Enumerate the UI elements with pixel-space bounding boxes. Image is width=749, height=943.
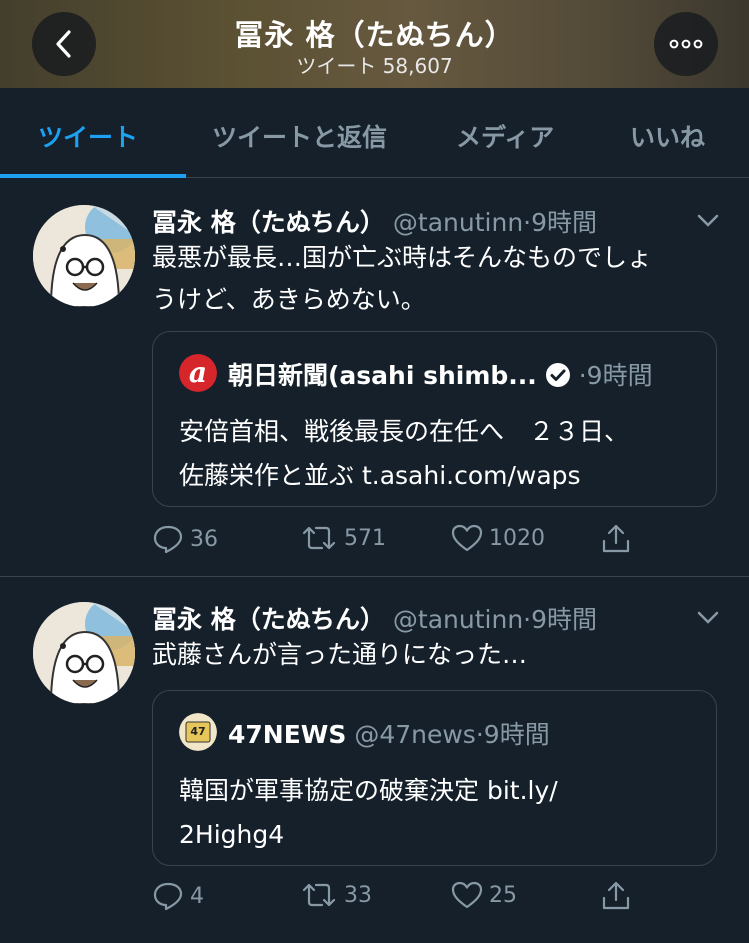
svg-text:47: 47: [190, 725, 205, 738]
separator-dot: ·: [523, 605, 532, 634]
tweet-header: 冨永 格（たぬちん） @tanutinn·9時間: [152, 600, 597, 636]
tweet-text: 最悪が最長…国が亡ぶ時はそんなものでしょ うけど、あきらめない。: [152, 237, 722, 321]
like-button[interactable]: 25: [451, 880, 517, 910]
active-tab-indicator: [0, 174, 186, 178]
svg-text:a: a: [189, 356, 207, 389]
quoted-tweet-time: 9時間: [483, 720, 550, 749]
profile-header: 冨永 格（たぬちん） ツイート 58,607: [0, 0, 749, 88]
share-button[interactable]: [600, 880, 632, 912]
tweet-text-line: うけど、あきらめない。: [152, 285, 426, 314]
profile-tabs: ツイート ツイートと返信 メディア いいね: [0, 88, 749, 178]
tweet-time[interactable]: 9時間: [531, 605, 597, 634]
reply-count: 4: [190, 883, 204, 909]
retweet-count: 33: [344, 882, 372, 908]
tweet-actions: 4 33 25: [0, 880, 749, 920]
tab-tweets[interactable]: ツイート: [38, 118, 138, 154]
tweet-text-line: 武藤さんが言った通りになった…: [152, 640, 528, 669]
author-name[interactable]: 冨永 格（たぬちん）: [152, 605, 385, 634]
share-button[interactable]: [600, 523, 632, 555]
quoted-tweet[interactable]: a 朝日新聞(asahi shimb... ·9時間 安倍首相、戦後最長の在任へ…: [152, 331, 717, 507]
tweet-text: 武藤さんが言った通りになった…: [152, 634, 722, 676]
quoted-tweet[interactable]: 47 47NEWS @47news·9時間 韓国が軍事協定の破棄決定 bit.l…: [152, 690, 717, 866]
reply-icon: [153, 525, 183, 554]
author-handle[interactable]: @tanutinn: [393, 605, 523, 634]
avatar[interactable]: [33, 602, 135, 704]
quoted-author-handle: @47news: [354, 720, 476, 749]
quoted-tweet-text: 安倍首相、戦後最長の在任へ ２３日、 佐藤栄作と並ぶ t.asahi.com/w…: [179, 410, 699, 498]
share-icon: [602, 524, 630, 553]
47news-logo-icon: 47: [179, 713, 217, 751]
tweet-text-line: 最悪が最長…国が亡ぶ時はそんなものでしょ: [152, 243, 653, 272]
retweet-button[interactable]: 571: [300, 523, 386, 553]
quoted-tweet-text: 韓国が軍事協定の破棄決定 bit.ly/ 2Highg4: [179, 769, 699, 857]
tweet-time[interactable]: 9時間: [531, 208, 597, 237]
author-handle[interactable]: @tanutinn: [393, 208, 523, 237]
author-name[interactable]: 冨永 格（たぬちん）: [152, 208, 385, 237]
tab-likes[interactable]: いいね: [630, 118, 705, 154]
retweet-count: 571: [344, 525, 386, 551]
retweet-icon: [302, 526, 336, 550]
avatar[interactable]: [33, 205, 135, 307]
tweet-header: 冨永 格（たぬちん） @tanutinn·9時間: [152, 203, 597, 239]
reply-icon: [153, 882, 183, 911]
profile-name-title: 冨永 格（たぬちん）: [234, 18, 515, 52]
separator-dot: ·: [523, 208, 532, 237]
tweet[interactable]: 冨永 格（たぬちん） @tanutinn·9時間 最悪が最長…国が亡ぶ時はそんな…: [0, 179, 749, 577]
heart-icon: [451, 881, 483, 909]
tweet[interactable]: 冨永 格（たぬちん） @tanutinn·9時間 武藤さんが言った通りになった……: [0, 578, 749, 943]
tab-media[interactable]: メディア: [456, 118, 554, 154]
quoted-author-name: 47NEWS: [228, 720, 347, 749]
quoted-text-line: 佐藤栄作と並ぶ t.asahi.com/waps: [179, 461, 581, 490]
tweet-actions: 36 571 1020: [0, 523, 749, 563]
chevron-down-icon[interactable]: [694, 207, 722, 235]
tab-tweets-and-replies[interactable]: ツイートと返信: [212, 118, 387, 154]
more-options-button[interactable]: [654, 12, 718, 76]
reply-button[interactable]: 4: [152, 880, 204, 912]
quoted-text-line: 安倍首相、戦後最長の在任へ ２３日、: [179, 417, 630, 446]
tweet-count: ツイート 58,607: [296, 54, 453, 78]
quoted-text-line: 2Highg4: [179, 820, 285, 849]
chevron-down-icon[interactable]: [694, 604, 722, 632]
like-button[interactable]: 1020: [451, 523, 545, 553]
like-count: 1020: [489, 525, 545, 551]
separator-dot: ·: [475, 720, 484, 749]
reply-count: 36: [190, 526, 218, 552]
more-icon: [669, 39, 703, 49]
separator-dot: ·: [578, 361, 587, 390]
quoted-text-line: 韓国が軍事協定の破棄決定 bit.ly/: [179, 776, 558, 805]
verified-badge-icon: [545, 363, 570, 387]
heart-icon: [451, 524, 483, 552]
retweet-button[interactable]: 33: [300, 880, 372, 910]
quoted-tweet-header: 朝日新聞(asahi shimb... ·9時間: [228, 356, 653, 392]
quoted-tweet-header: 47NEWS @47news·9時間: [228, 715, 550, 751]
share-icon: [602, 881, 630, 910]
quoted-author-name: 朝日新聞(asahi shimb...: [228, 361, 537, 390]
retweet-icon: [302, 883, 336, 907]
reply-button[interactable]: 36: [152, 523, 218, 555]
asahi-logo-icon: a: [179, 354, 217, 392]
like-count: 25: [489, 882, 517, 908]
quoted-tweet-time: 9時間: [586, 361, 653, 390]
